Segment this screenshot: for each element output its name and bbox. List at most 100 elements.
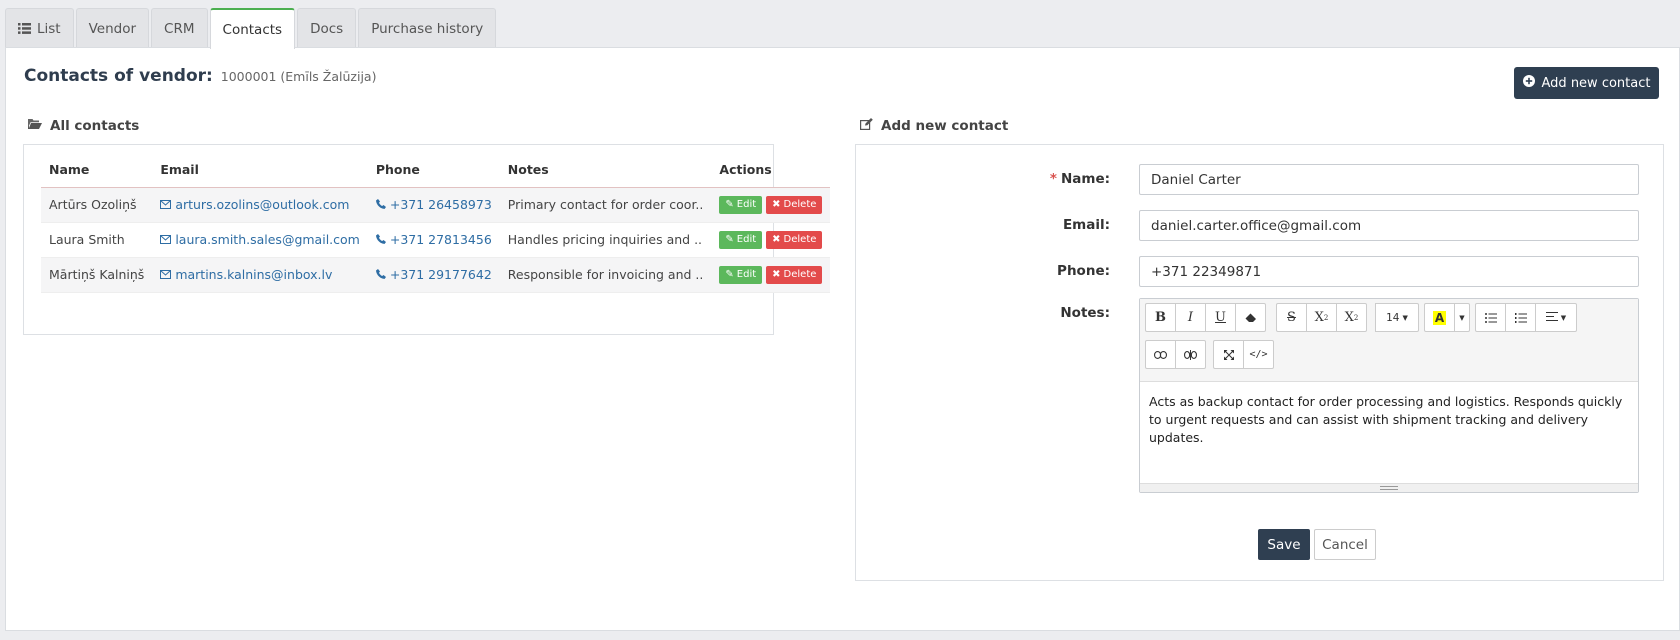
all-contacts-label: All contacts bbox=[50, 118, 140, 134]
all-contacts-heading: All contacts bbox=[28, 118, 139, 134]
contact-email-link[interactable]: laura.smith.sales@gmail.com bbox=[175, 232, 360, 247]
fullscreen-icon[interactable] bbox=[1213, 340, 1244, 369]
toolbar-style-group: B I U bbox=[1145, 303, 1266, 332]
numbered-list-icon[interactable] bbox=[1505, 303, 1536, 332]
tab-label: CRM bbox=[164, 20, 195, 37]
contact-name: Artūrs Ozoliņš bbox=[41, 187, 153, 223]
edit-button-label: Edit bbox=[736, 199, 757, 211]
contact-email-link[interactable]: arturs.ozolins@outlook.com bbox=[175, 197, 349, 212]
table-row: Mārtiņš Kalniņš martins.kalnins@inbox.lv… bbox=[41, 257, 831, 293]
tab-label: Docs bbox=[310, 20, 344, 37]
bulleted-list-icon[interactable] bbox=[1475, 303, 1506, 332]
superscript-icon[interactable]: X2 bbox=[1306, 303, 1337, 332]
caret-down-icon: ▼ bbox=[1402, 313, 1408, 322]
tab-label: Purchase history bbox=[371, 20, 484, 37]
table-header-row: Name Email Phone Notes Actions bbox=[41, 153, 831, 188]
column-header-notes: Notes bbox=[499, 153, 712, 188]
envelope-icon bbox=[160, 197, 172, 212]
link-icon[interactable] bbox=[1145, 340, 1176, 369]
folder-open-icon bbox=[28, 118, 42, 134]
tab-list[interactable]: List bbox=[5, 8, 74, 48]
phone-icon bbox=[375, 197, 386, 212]
column-header-name: Name bbox=[41, 153, 153, 188]
color-caret-icon[interactable]: ▼ bbox=[1454, 303, 1470, 332]
delete-button-label: Delete bbox=[783, 269, 817, 281]
tab-docs[interactable]: Docs bbox=[297, 8, 357, 48]
contact-phone-link[interactable]: +371 27813456 bbox=[390, 232, 492, 247]
edit-square-icon bbox=[860, 118, 873, 134]
x-icon: ✖ bbox=[772, 234, 781, 246]
unlink-icon[interactable] bbox=[1175, 340, 1206, 369]
contacts-table: Name Email Phone Notes Actions Artūrs Oz… bbox=[41, 153, 831, 293]
eraser-icon[interactable] bbox=[1235, 303, 1266, 332]
plus-circle-icon bbox=[1522, 75, 1535, 91]
contact-notes: Primary contact for order coor.. bbox=[499, 187, 712, 223]
contacts-panel: Contacts of vendor: 1000001 (Emīls Žalūz… bbox=[5, 47, 1680, 631]
delete-button[interactable]: ✖ Delete bbox=[766, 265, 823, 284]
phone-icon bbox=[375, 232, 386, 247]
align-left-icon bbox=[1545, 310, 1558, 325]
phone-input[interactable] bbox=[1139, 256, 1639, 287]
strikethrough-icon[interactable]: S bbox=[1276, 303, 1307, 332]
edit-button[interactable]: ✎ Edit bbox=[719, 230, 763, 249]
tab-bar: List Vendor CRM Contacts Docs Purchase h… bbox=[5, 8, 498, 49]
add-new-contact-button[interactable]: Add new contact bbox=[1514, 67, 1659, 99]
email-label: Email: bbox=[1062, 217, 1110, 233]
contact-phone-link[interactable]: +371 29177642 bbox=[390, 267, 492, 282]
contact-phone-link[interactable]: +371 26458973 bbox=[390, 197, 492, 212]
save-button[interactable]: Save bbox=[1258, 529, 1310, 560]
add-contact-heading-label: Add new contact bbox=[881, 118, 1009, 134]
toolbar-link-group bbox=[1145, 340, 1206, 369]
contact-email-link[interactable]: martins.kalnins@inbox.lv bbox=[175, 267, 332, 282]
tab-label: List bbox=[37, 20, 61, 37]
cancel-button[interactable]: Cancel bbox=[1314, 529, 1376, 560]
column-header-actions: Actions bbox=[711, 153, 831, 188]
align-dropdown[interactable]: ▼ bbox=[1535, 303, 1577, 332]
tab-purchase-history[interactable]: Purchase history bbox=[358, 8, 497, 48]
toolbar-fontsize-group: 14 ▼ bbox=[1375, 303, 1419, 332]
envelope-icon bbox=[160, 232, 172, 247]
tab-label: Vendor bbox=[88, 20, 137, 37]
name-label-text: Name: bbox=[1060, 171, 1110, 187]
underline-icon[interactable]: U bbox=[1205, 303, 1236, 332]
tab-contacts[interactable]: Contacts bbox=[209, 8, 296, 49]
toolbar-color-group: A ▼ bbox=[1424, 303, 1470, 332]
notes-editor-content[interactable]: Acts as backup contact for order process… bbox=[1140, 382, 1638, 458]
required-marker: * bbox=[1049, 171, 1057, 187]
delete-button-label: Delete bbox=[783, 199, 817, 211]
tab-vendor[interactable]: Vendor bbox=[75, 8, 150, 48]
font-size-dropdown[interactable]: 14 ▼ bbox=[1375, 303, 1419, 332]
phone-label: Phone: bbox=[1057, 263, 1110, 279]
add-contact-heading: Add new contact bbox=[860, 118, 1008, 134]
toolbar-font-group: S X2 X2 bbox=[1276, 303, 1367, 332]
italic-icon[interactable]: I bbox=[1175, 303, 1206, 332]
email-input[interactable] bbox=[1139, 210, 1639, 241]
vendor-identifier: 1000001 (Emīls Žalūzija) bbox=[220, 69, 377, 84]
edit-button[interactable]: ✎ Edit bbox=[719, 195, 763, 214]
delete-button[interactable]: ✖ Delete bbox=[766, 230, 823, 249]
name-input[interactable] bbox=[1139, 164, 1639, 195]
subscript-icon[interactable]: X2 bbox=[1336, 303, 1367, 332]
editor-toolbar: B I U S X2 X2 14 ▼ A ▼ ▼ </> bbox=[1140, 299, 1638, 382]
x-icon: ✖ bbox=[772, 199, 781, 211]
tab-label: Contacts bbox=[222, 21, 283, 38]
code-view-icon[interactable]: </> bbox=[1243, 340, 1274, 369]
caret-down-icon: ▼ bbox=[1560, 313, 1567, 322]
contact-name: Laura Smith bbox=[41, 222, 153, 258]
notes-rich-text-editor: B I U S X2 X2 14 ▼ A ▼ ▼ </> Acts as bac… bbox=[1139, 298, 1639, 493]
tab-crm[interactable]: CRM bbox=[151, 8, 208, 48]
contact-name: Mārtiņš Kalniņš bbox=[41, 257, 153, 293]
highlight-color-icon[interactable]: A bbox=[1424, 303, 1455, 332]
bold-icon[interactable]: B bbox=[1145, 303, 1176, 332]
envelope-icon bbox=[160, 267, 172, 282]
column-header-email: Email bbox=[152, 153, 368, 188]
edit-button[interactable]: ✎ Edit bbox=[719, 265, 763, 284]
toolbar-view-group: </> bbox=[1213, 340, 1274, 369]
add-contact-form: *Name: Email: Phone: Notes: B I U S bbox=[855, 144, 1664, 581]
name-label: * Name: bbox=[1050, 171, 1110, 187]
contacts-table-box: Name Email Phone Notes Actions Artūrs Oz… bbox=[23, 144, 831, 335]
editor-resize-handle[interactable] bbox=[1140, 483, 1638, 492]
delete-button[interactable]: ✖ Delete bbox=[766, 195, 823, 214]
page-title-text: Contacts of vendor: bbox=[24, 66, 213, 86]
font-size-value: 14 bbox=[1386, 311, 1400, 324]
